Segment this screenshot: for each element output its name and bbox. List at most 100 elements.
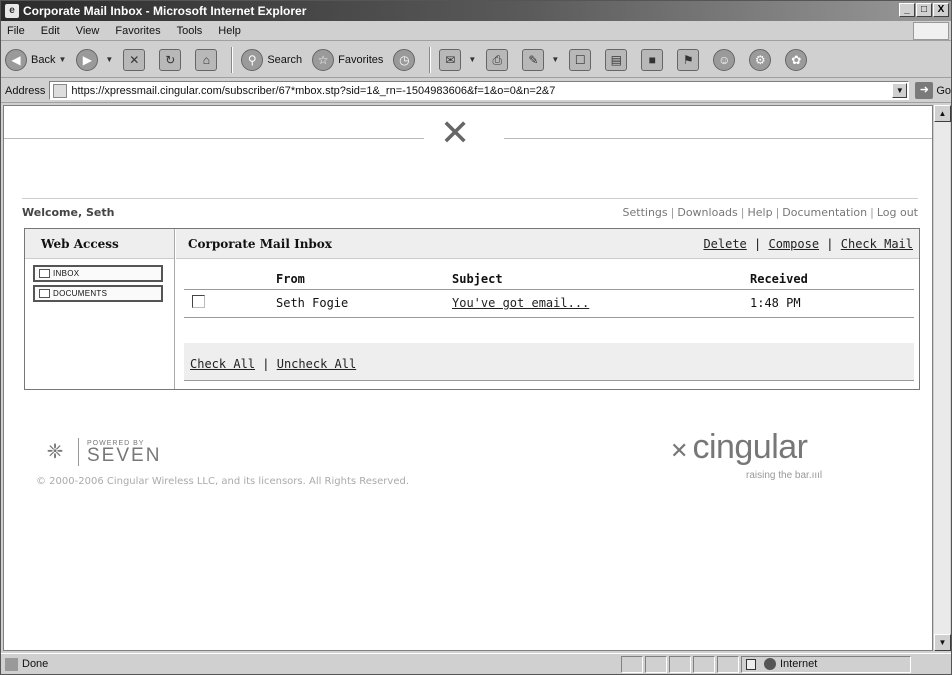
favorites-star-icon: ☆: [312, 48, 335, 71]
vertical-scrollbar[interactable]: ▲ ▼: [933, 105, 951, 651]
sidebar: Web Access INBOX DOCUMENTS: [25, 229, 175, 389]
refresh-button[interactable]: ↻: [159, 48, 185, 71]
close-button[interactable]: X: [933, 3, 949, 17]
status-pane: [693, 655, 715, 673]
mail-table: From Subject Received Seth Fogie You've …: [184, 269, 914, 318]
forward-dropdown-icon[interactable]: ▼: [105, 55, 113, 64]
menu-file[interactable]: File: [1, 25, 33, 37]
check-mail-link[interactable]: Check Mail: [841, 237, 913, 251]
address-dropdown-icon[interactable]: ▼: [892, 83, 908, 98]
uncheck-all-link[interactable]: Uncheck All: [277, 357, 356, 371]
received-cell: 1:48 PM: [750, 289, 914, 318]
history-button[interactable]: ◷: [393, 48, 419, 71]
security-zone: Internet: [741, 655, 911, 673]
address-url[interactable]: https://xpressmail.cingular.com/subscrib…: [71, 85, 555, 97]
menu-help[interactable]: Help: [210, 25, 249, 37]
brand-strip: ✕: [4, 106, 932, 152]
copyright-text: © 2000-2006 Cingular Wireless LLC, and i…: [36, 476, 409, 487]
maximize-button[interactable]: □: [916, 3, 932, 17]
mail-dropdown-icon[interactable]: ▼: [468, 55, 476, 64]
mail-icon: ✉: [439, 48, 462, 71]
brand-line-right: [504, 138, 932, 139]
edit-icon: ✎: [522, 48, 545, 71]
back-label: Back: [31, 53, 56, 66]
discuss-button[interactable]: ☐: [569, 48, 595, 71]
print-button[interactable]: ⎙: [486, 48, 512, 71]
settings-icon: ⚙: [749, 48, 772, 71]
search-button[interactable]: ⚲ Search: [241, 48, 302, 71]
tool-button-3[interactable]: ⚙: [749, 48, 775, 71]
favorites-label: Favorites: [338, 53, 384, 66]
received-column-header: Received: [750, 269, 914, 290]
cingular-logo: ✕ cingular raising the bar.ıııl: [670, 428, 822, 481]
powered-by-text: POWERED BY SEVEN: [87, 440, 161, 465]
settings-link[interactable]: Settings: [623, 206, 668, 219]
go-arrow-icon: ➜: [915, 82, 934, 99]
title-bar: e Corporate Mail Inbox - Microsoft Inter…: [1, 1, 951, 21]
status-pane: [621, 655, 643, 673]
welcome-text: Welcome, Seth: [22, 206, 115, 219]
browser-window: e Corporate Mail Inbox - Microsoft Inter…: [0, 0, 952, 675]
status-pane: [669, 655, 691, 673]
cingular-tagline: raising the bar.ıııl: [746, 470, 823, 481]
brand-line-left: [4, 138, 424, 139]
page-icon: [53, 83, 68, 98]
home-button[interactable]: ⌂: [195, 48, 221, 71]
favorites-button[interactable]: ☆ Favorites: [312, 48, 384, 71]
toolbar-separator: [429, 46, 432, 73]
address-input[interactable]: https://xpressmail.cingular.com/subscrib…: [49, 81, 910, 100]
sidebar-item-inbox[interactable]: INBOX: [33, 265, 163, 282]
documentation-link[interactable]: Documentation: [782, 206, 867, 219]
powered-by-seven: SEVEN: [87, 444, 162, 466]
downloads-link[interactable]: Downloads: [677, 206, 737, 219]
menu-view[interactable]: View: [68, 25, 108, 37]
tool-button-4[interactable]: ✿: [785, 48, 811, 71]
menu-tools[interactable]: Tools: [169, 25, 211, 37]
edit-dropdown-icon[interactable]: ▼: [551, 55, 559, 64]
seven-logo-icon: ❈: [46, 441, 64, 463]
minimize-button[interactable]: _: [899, 3, 915, 17]
tool-button-2[interactable]: ☺: [713, 48, 739, 71]
scroll-down-icon[interactable]: ▼: [934, 634, 951, 651]
compose-link[interactable]: Compose: [768, 237, 819, 251]
messenger-button[interactable]: ■: [641, 48, 667, 71]
top-nav-links: Settings | Downloads | Help | Documentation | Lo…: [622, 206, 918, 219]
delete-link[interactable]: Delete: [703, 237, 746, 251]
select-column-header: [184, 269, 276, 290]
research-icon: ▤: [605, 48, 628, 71]
go-button[interactable]: ➜ Go: [915, 82, 951, 99]
discuss-icon: ☐: [569, 48, 592, 71]
mail-button[interactable]: ✉ ▼: [439, 48, 476, 71]
back-dropdown-icon[interactable]: ▼: [58, 55, 66, 64]
select-cell: [184, 289, 276, 318]
home-icon: ⌂: [195, 48, 218, 71]
edit-button[interactable]: ✎ ▼: [522, 48, 559, 71]
stop-button[interactable]: ✕: [123, 48, 149, 71]
from-cell: Seth Fogie: [276, 289, 452, 318]
help-link[interactable]: Help: [748, 206, 773, 219]
subject-link[interactable]: You've got email...: [452, 296, 589, 310]
inbox-title: Corporate Mail Inbox: [188, 237, 332, 251]
back-button[interactable]: ◀ Back ▼: [5, 48, 66, 71]
table-header-row: From Subject Received: [184, 269, 914, 290]
plugin-icon: ⚑: [677, 48, 700, 71]
forward-button[interactable]: ▶ ▼: [76, 48, 113, 71]
tool-button-1[interactable]: ⚑: [677, 48, 703, 71]
status-text: Done: [22, 658, 49, 670]
message-checkbox[interactable]: [192, 295, 205, 308]
research-button[interactable]: ▤: [605, 48, 631, 71]
cingular-jack-icon: ✕: [670, 439, 689, 464]
sidebar-item-documents[interactable]: DOCUMENTS: [33, 285, 163, 302]
check-all-link[interactable]: Check All: [190, 357, 255, 371]
toolbar: ◀ Back ▼ ▶ ▼ ✕ ↻ ⌂ ⚲ Search ☆ Favorites …: [1, 42, 951, 78]
scroll-up-icon[interactable]: ▲: [934, 105, 951, 122]
menu-favorites[interactable]: Favorites: [107, 25, 168, 37]
lock-icon[interactable]: [746, 658, 756, 670]
document-icon: [39, 289, 50, 298]
window-controls: _ □ X: [899, 3, 949, 17]
menu-edit[interactable]: Edit: [33, 25, 68, 37]
powered-by-seven-logo: ❈ POWERED BY SEVEN: [40, 438, 161, 466]
logout-link[interactable]: Log out: [877, 206, 918, 219]
history-icon: ◷: [393, 48, 416, 71]
address-label: Address: [5, 84, 46, 97]
